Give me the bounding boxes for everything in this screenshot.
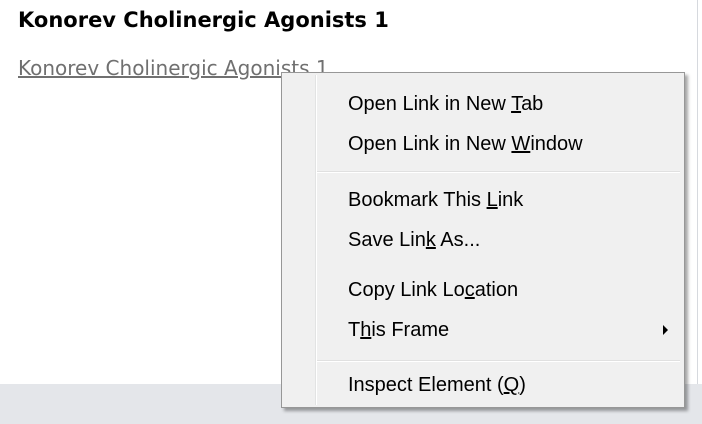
context-menu: Open Link in New Tab Open Link in New Wi…	[281, 72, 685, 408]
menu-item-open-link-new-window[interactable]: Open Link in New Window	[284, 124, 682, 164]
menu-item-bookmark-this-link[interactable]: Bookmark This Link	[284, 180, 682, 220]
menu-item-save-link-as[interactable]: Save Link As...	[284, 220, 682, 260]
menu-separator	[317, 171, 680, 173]
menu-item-this-frame[interactable]: This Frame	[284, 310, 682, 350]
menu-item-inspect-element[interactable]: Inspect Element (Q)	[284, 365, 682, 405]
menu-separator	[317, 360, 680, 362]
page-heading: Konorev Cholinergic Agonists 1	[18, 8, 389, 32]
chevron-right-icon	[663, 325, 668, 335]
menu-item-copy-link-location[interactable]: Copy Link Location	[284, 270, 682, 310]
menu-item-open-link-new-tab[interactable]: Open Link in New Tab	[284, 84, 682, 124]
page-edge	[697, 0, 698, 424]
